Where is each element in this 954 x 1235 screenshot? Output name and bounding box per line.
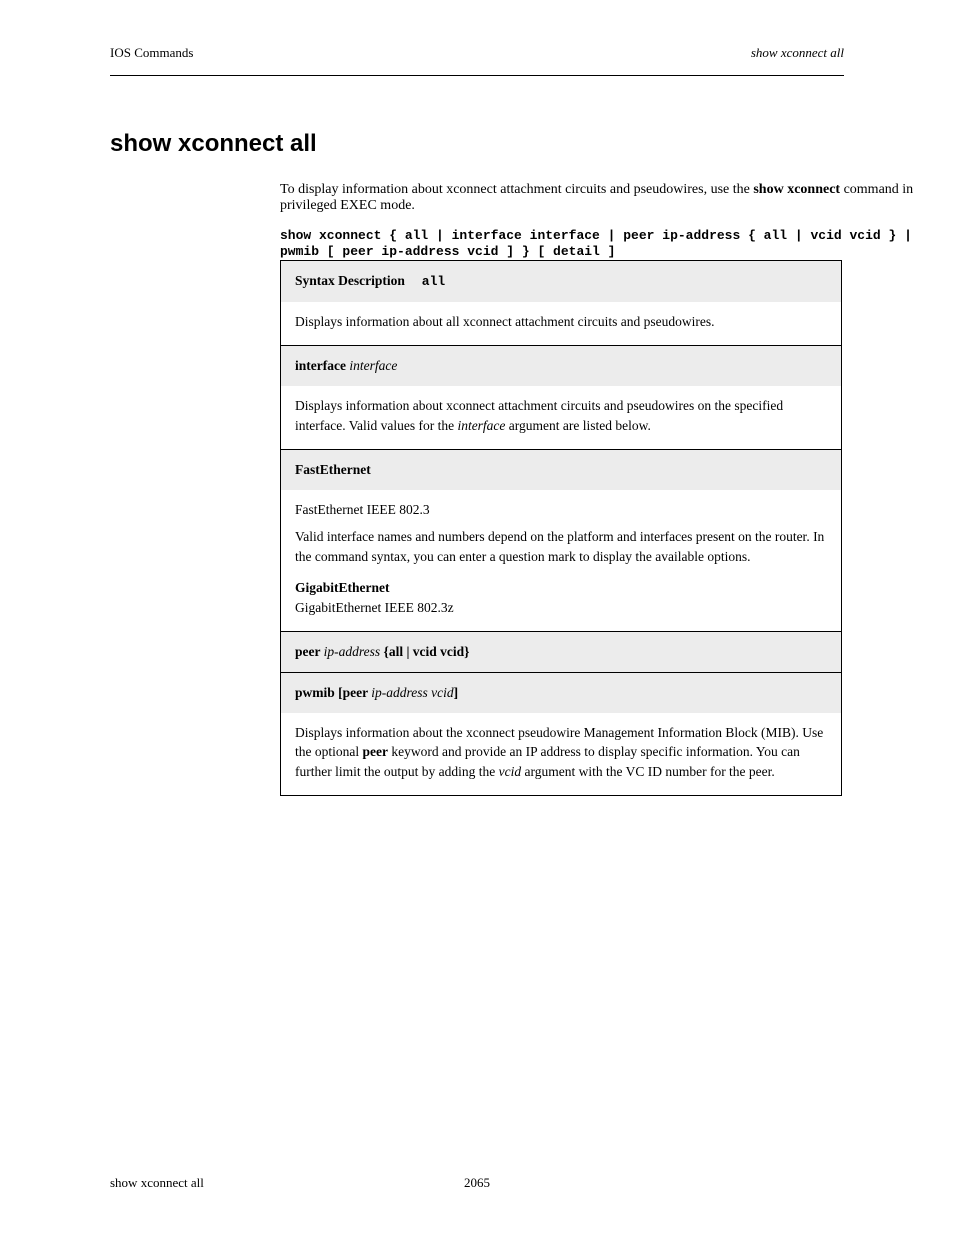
intro-text: To display information about xconnect at… bbox=[280, 182, 753, 197]
footer-page-number: 2065 bbox=[110, 1175, 844, 1191]
keyword-gigabitethernet: GigabitEthernet bbox=[295, 580, 390, 595]
desc-pwmib-tail: argument with the VC ID number for the p… bbox=[521, 764, 775, 779]
intro-paragraph: To display information about xconnect at… bbox=[280, 182, 954, 260]
ge-line: GigabitEthernet IEEE 802.3z bbox=[295, 598, 827, 618]
section-title: show xconnect all bbox=[110, 130, 317, 158]
header-left: IOS Commands bbox=[110, 45, 193, 61]
row-peer: peer ip-address {all | vcid vcid} Displa… bbox=[281, 631, 841, 672]
arg-vcid2: vcid bbox=[499, 764, 522, 779]
arg-ip-vcid: ip-address vcid bbox=[371, 685, 453, 700]
keyword-peer: peer bbox=[295, 644, 324, 659]
keyword-fastethernet: FastEthernet bbox=[295, 462, 371, 477]
row-all: Syntax Description all Displays informat… bbox=[281, 261, 841, 345]
keyword-interface: interface bbox=[295, 358, 349, 373]
row-body: Displays information about xconnect atta… bbox=[281, 386, 841, 449]
header-right: show xconnect all bbox=[751, 45, 844, 61]
row-body: FastEthernet IEEE 802.3 Valid interface … bbox=[281, 490, 841, 632]
keyword-all: all bbox=[422, 274, 445, 289]
page-header: IOS Commands show xconnect all bbox=[110, 45, 844, 76]
kw-peer2: peer bbox=[363, 744, 388, 759]
row-body: Displays information about the xconnect … bbox=[281, 713, 841, 796]
pwmib-tail: ] bbox=[454, 685, 459, 700]
fe-line2: Valid interface names and numbers depend… bbox=[295, 527, 827, 566]
row-interface: interface interface Displays information… bbox=[281, 345, 841, 449]
page: IOS Commands show xconnect all show xcon… bbox=[0, 0, 954, 1235]
row-head: interface interface bbox=[281, 346, 841, 386]
keyword-pwmib: pwmib [peer bbox=[295, 685, 371, 700]
syntax-line: show xconnect { all | interface interfac… bbox=[280, 228, 912, 259]
intro-bold: show xconnect bbox=[753, 182, 840, 197]
peer-tail: {all | vcid vcid} bbox=[380, 644, 469, 659]
row-head: pwmib [peer ip-address vcid] bbox=[281, 673, 841, 713]
row-fastethernet: FastEthernet FastEthernet IEEE 802.3 Val… bbox=[281, 449, 841, 631]
desc-suffix: argument are listed below. bbox=[505, 418, 650, 433]
syntax-description-label: Syntax Description bbox=[295, 273, 405, 288]
row-head: peer ip-address {all | vcid vcid} bbox=[281, 632, 841, 672]
desc-all: Displays information about all xconnect … bbox=[295, 314, 715, 329]
syntax-description-panel: Syntax Description all Displays informat… bbox=[280, 260, 842, 796]
arg-interface: interface bbox=[349, 358, 397, 373]
desc-italic: interface bbox=[457, 418, 505, 433]
row-body: Displays information about all xconnect … bbox=[281, 302, 841, 346]
row-pwmib: pwmib [peer ip-address vcid] Displays in… bbox=[281, 672, 841, 795]
fe-line1: FastEthernet IEEE 802.3 bbox=[295, 500, 827, 520]
row-head: FastEthernet bbox=[281, 450, 841, 490]
row-head: Syntax Description all bbox=[281, 261, 841, 302]
arg-ipaddress: ip-address bbox=[324, 644, 381, 659]
